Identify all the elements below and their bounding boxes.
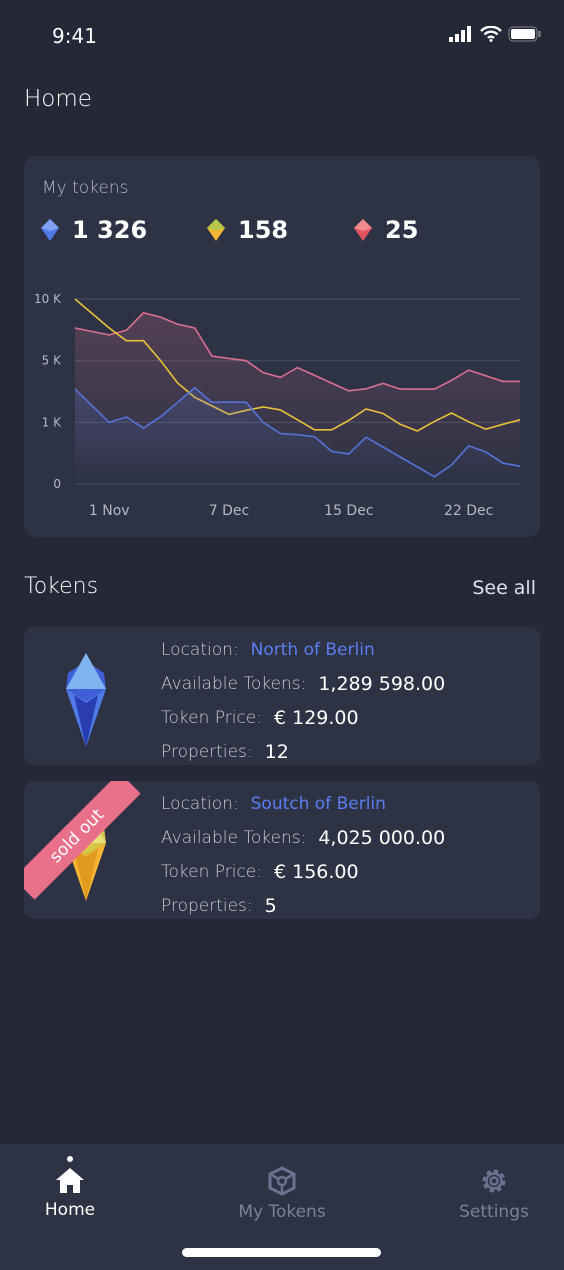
status-icons [448, 26, 542, 42]
location-link[interactable]: North of Berlin [251, 640, 375, 660]
properties-value: 5 [264, 895, 277, 917]
see-all-link[interactable]: See all [472, 577, 536, 599]
tokens-section-title: Tokens [24, 574, 99, 599]
nav-settings[interactable]: Settings [424, 1166, 564, 1222]
balance-red: 25 [353, 216, 418, 244]
red-token-icon [354, 219, 372, 241]
location-link[interactable]: Soutch of Berlin [251, 794, 386, 814]
x-tick-label: 1 Nov [89, 503, 130, 519]
yellow-token-icon [207, 219, 225, 241]
nav-my-tokens[interactable]: My Tokens [212, 1166, 352, 1222]
blue-building-token-icon [66, 653, 106, 747]
cube-icon [268, 1166, 296, 1196]
available-value: 4,025 000.00 [318, 827, 446, 849]
nav-label: Home [44, 1200, 96, 1220]
my-tokens-card: My tokens 1 326 158 25 10 K 5 K 1 K 0 1 Nov 7… [24, 156, 540, 537]
token-details: Location: Soutch of Berlin Available Toke… [161, 787, 445, 919]
price-label: Token Price: [161, 862, 262, 882]
nav-home[interactable]: Home [0, 1156, 140, 1220]
x-tick-label: 7 Dec [209, 503, 249, 519]
balance-value: 158 [238, 216, 289, 244]
blue-token-icon [41, 219, 59, 241]
balance-blue: 1 326 [40, 216, 147, 244]
available-label: Available Tokens: [161, 674, 307, 694]
price-value: € 156.00 [273, 861, 359, 883]
available-value: 1,289 598.00 [318, 673, 446, 695]
card-title: My tokens [42, 178, 129, 198]
wifi-icon [480, 26, 502, 42]
home-indicator [182, 1248, 381, 1257]
x-tick-label: 22 Dec [444, 503, 493, 519]
nav-label: My Tokens [238, 1202, 326, 1222]
y-tick-label: 10 K [34, 292, 62, 306]
nav-label: Settings [459, 1202, 529, 1222]
properties-value: 12 [264, 741, 289, 763]
status-time: 9:41 [52, 24, 97, 48]
properties-label: Properties: [161, 896, 253, 916]
price-label: Token Price: [161, 708, 262, 728]
balance-value: 25 [385, 216, 419, 244]
x-tick-label: 15 Dec [324, 503, 373, 519]
tokens-chart: 10 K 5 K 1 K 0 1 Nov 7 Dec 15 Dec 22 Dec [34, 292, 521, 519]
signal-icon [449, 26, 471, 42]
token-card[interactable]: sold out Location: Soutch of Berlin Avail… [24, 781, 540, 919]
y-tick-label: 0 [53, 477, 61, 491]
token-details: Location: North of Berlin Available Token… [161, 633, 445, 765]
token-card[interactable]: Location: North of Berlin Available Token… [24, 627, 540, 765]
y-tick-label: 1 K [42, 415, 62, 429]
y-tick-label: 5 K [42, 354, 62, 368]
battery-icon [508, 26, 541, 42]
home-icon [56, 1168, 84, 1193]
location-label: Location: [161, 640, 239, 660]
location-label: Location: [161, 794, 239, 814]
balance-value: 1 326 [72, 216, 148, 244]
gear-icon [482, 1169, 506, 1193]
properties-label: Properties: [161, 742, 253, 762]
page-title: Home [24, 86, 92, 112]
active-indicator [67, 1156, 73, 1162]
balance-yellow: 158 [206, 216, 288, 244]
price-value: € 129.00 [273, 707, 359, 729]
available-label: Available Tokens: [161, 828, 307, 848]
